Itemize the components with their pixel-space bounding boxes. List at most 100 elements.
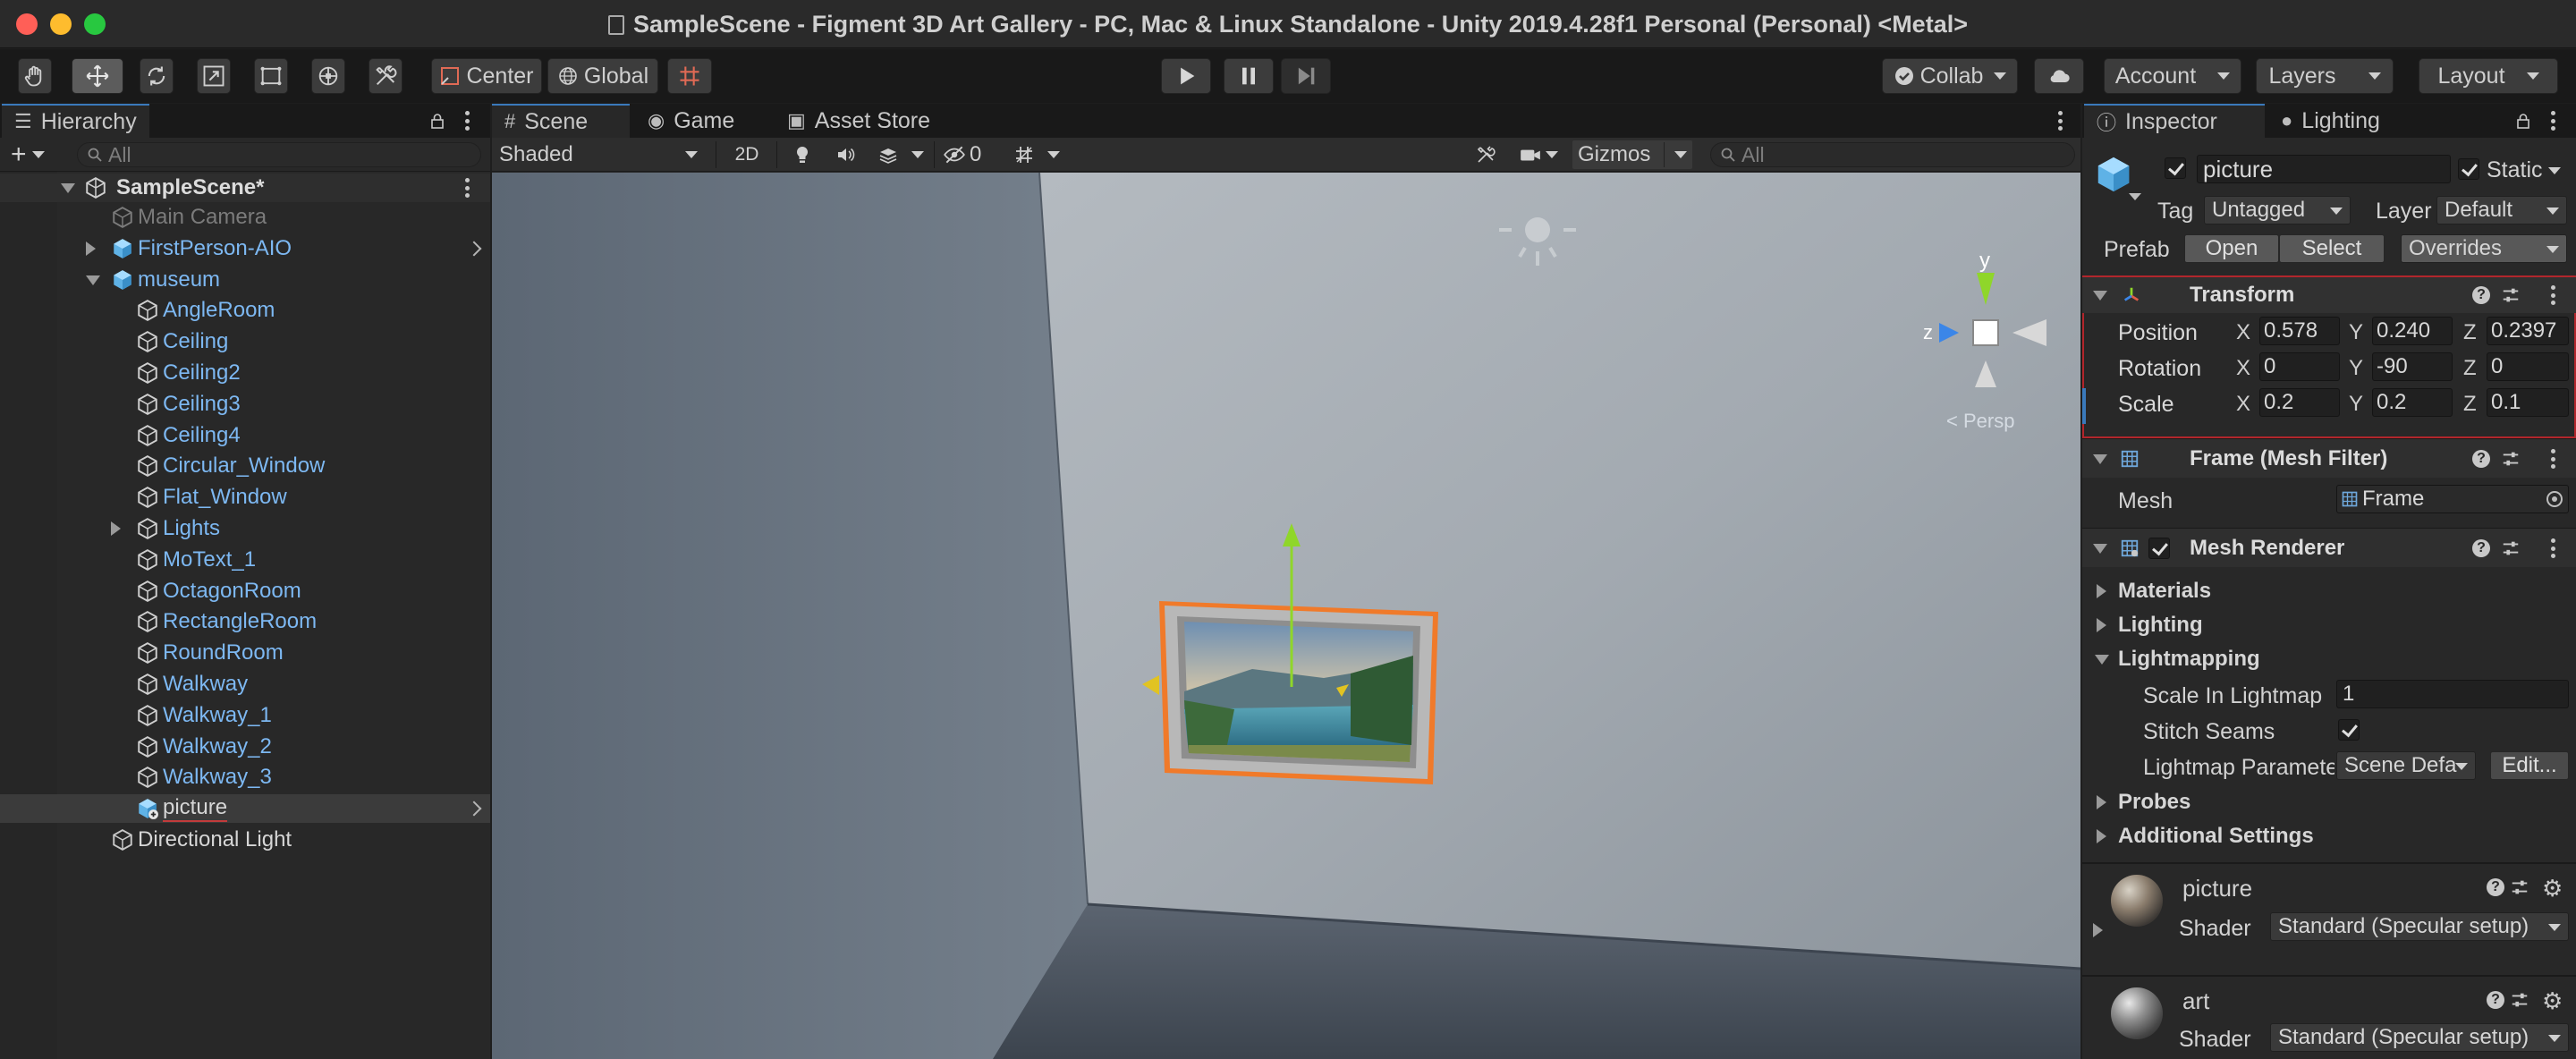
position-z-axis-label[interactable]: Z [2463,320,2477,345]
camera-settings-dropdown[interactable] [1519,140,1567,169]
tab-lighting[interactable]: ● Lighting [2268,104,2393,138]
scale-tool-button[interactable] [197,58,231,94]
presets-sliders-icon[interactable] [2501,285,2521,305]
scene-search-input[interactable]: All [1710,142,2075,167]
tab-hierarchy[interactable]: ☰ Hierarchy [2,104,149,138]
hierarchy-item-angleroom[interactable]: AngleRoom [0,296,490,325]
lightmapping-foldout[interactable]: Lightmapping [2082,646,2576,673]
tab-scene[interactable]: # Scene [492,104,630,138]
rotation-x-axis-label[interactable]: X [2236,356,2250,381]
object-name-field[interactable]: picture [2197,155,2451,183]
mesh-renderer-enabled-checkbox[interactable] [2148,538,2170,559]
hierarchy-item-rectangleroom[interactable]: RectangleRoom [0,607,490,636]
hierarchy-item-walkway-1[interactable]: Walkway_1 [0,701,490,730]
hierarchy-item-museum[interactable]: museum [0,266,490,294]
hierarchy-item-main-camera[interactable]: Main Camera [0,203,490,232]
probes-foldout[interactable]: Probes [2082,789,2576,816]
hierarchy-item-circular-window[interactable]: Circular_Window [0,452,490,480]
hierarchy-search-input[interactable]: All [77,142,481,167]
active-checkbox[interactable] [2165,157,2186,179]
lock-icon[interactable] [429,113,445,129]
static-dropdown[interactable]: Static [2487,157,2561,183]
rotation-z-axis-label[interactable]: Z [2463,356,2477,381]
hierarchy-item-directional-light[interactable]: Directional Light [0,826,490,854]
component-menu-icon[interactable] [2550,449,2555,469]
materials-foldout[interactable]: Materials [2082,578,2576,605]
lock-icon[interactable] [2515,113,2531,129]
hidden-objects-toggle[interactable]: 0 [943,140,996,169]
tag-dropdown[interactable]: Untagged [2204,196,2351,225]
layout-dropdown[interactable]: Layout [2419,58,2558,94]
lighting-foldout[interactable]: Lighting [2082,612,2576,639]
projection-label[interactable]: < Persp [1946,410,2014,432]
audio-toggle[interactable] [830,140,860,169]
create-dropdown[interactable]: + [11,141,54,168]
stitch-seams-checkbox[interactable] [2338,719,2360,741]
hand-tool-button[interactable] [18,58,52,94]
mesh-filter-header[interactable]: Frame (Mesh Filter) ? [2082,438,2576,478]
help-icon[interactable]: ? [2472,286,2490,304]
transform-tool-button[interactable] [311,58,345,94]
hierarchy-item-ceiling[interactable]: Ceiling [0,327,490,356]
effects-toggle[interactable] [873,140,903,169]
grid-visibility-toggle[interactable] [1009,140,1039,169]
lightmap-parameters-dropdown[interactable]: Scene Defa [2336,751,2476,780]
hierarchy-menu-icon[interactable] [464,111,470,131]
presets-sliders-icon[interactable] [2501,538,2521,558]
hierarchy-item-picture[interactable]: picture [0,794,490,824]
hierarchy-item-firstperson-aio[interactable]: FirstPerson-AIO [0,234,490,263]
presets-sliders-icon[interactable] [2501,449,2521,469]
2d-mode-toggle[interactable]: 2D [726,140,767,169]
rotation-z-field[interactable]: 0 [2487,352,2569,381]
position-z-field[interactable]: 0.2397 [2487,317,2569,345]
grid-snap-button[interactable] [667,58,712,94]
chevron-right-icon[interactable] [466,241,482,257]
custom-tools-button[interactable] [369,58,402,94]
scale-z-axis-label[interactable]: Z [2463,392,2477,417]
scale-x-axis-label[interactable]: X [2236,392,2250,417]
prefab-open-button[interactable]: Open [2184,234,2279,263]
tab-inspector[interactable]: ⓘ Inspector [2084,104,2265,138]
collab-dropdown[interactable]: Collab [1882,58,2018,94]
rotation-x-field[interactable]: 0 [2259,352,2340,381]
hierarchy-item-walkway-3[interactable]: Walkway_3 [0,763,490,792]
pivot-mode-toggle[interactable]: Center [431,58,542,94]
scale-in-lightmap-field[interactable]: 1 [2336,680,2569,708]
tab-asset-store[interactable]: ▣ Asset Store [775,104,943,138]
inspector-menu-icon[interactable] [2550,111,2555,131]
object-picker-icon[interactable] [2546,491,2563,507]
component-menu-icon[interactable] [2550,538,2555,558]
rotate-tool-button[interactable] [140,58,174,94]
rect-tool-button[interactable] [254,58,288,94]
fold-right-icon[interactable] [111,521,121,536]
step-button[interactable] [1281,58,1331,94]
position-x-axis-label[interactable]: X [2236,320,2250,345]
rotation-y-axis-label[interactable]: Y [2349,356,2363,381]
move-tool-button[interactable] [72,58,123,94]
prefab-overrides-dropdown[interactable]: Overrides [2401,234,2567,263]
grid-dropdown[interactable] [1045,140,1063,169]
scale-x-field[interactable]: 0.2 [2259,388,2340,417]
hierarchy-item-octagonroom[interactable]: OctagonRoom [0,577,490,606]
scene-tools-button[interactable] [1470,140,1501,169]
rotation-y-field[interactable]: -90 [2372,352,2453,381]
position-y-axis-label[interactable]: Y [2349,320,2363,345]
hierarchy-item-motext-1[interactable]: MoText_1 [0,546,490,574]
scale-z-field[interactable]: 0.1 [2487,388,2569,417]
fold-right-icon[interactable] [86,241,96,256]
mesh-renderer-header[interactable]: Mesh Renderer ? [2082,528,2576,567]
pause-button[interactable] [1224,58,1274,94]
account-dropdown[interactable]: Account [2104,58,2241,94]
scene-row[interactable]: SampleScene* [0,174,490,202]
hierarchy-item-ceiling2[interactable]: Ceiling2 [0,359,490,387]
position-x-field[interactable]: 0.578 [2259,317,2340,345]
pivot-rotation-toggle[interactable]: Global [547,58,658,94]
gizmos-dropdown[interactable]: Gizmos [1572,140,1692,169]
component-menu-icon[interactable] [2550,285,2555,305]
layers-dropdown[interactable]: Layers [2256,58,2394,94]
position-y-field[interactable]: 0.240 [2372,317,2453,345]
hierarchy-item-ceiling3[interactable]: Ceiling3 [0,390,490,419]
fold-down-icon[interactable] [86,275,100,285]
hierarchy-item-roundroom[interactable]: RoundRoom [0,639,490,667]
effects-dropdown[interactable] [909,140,927,169]
